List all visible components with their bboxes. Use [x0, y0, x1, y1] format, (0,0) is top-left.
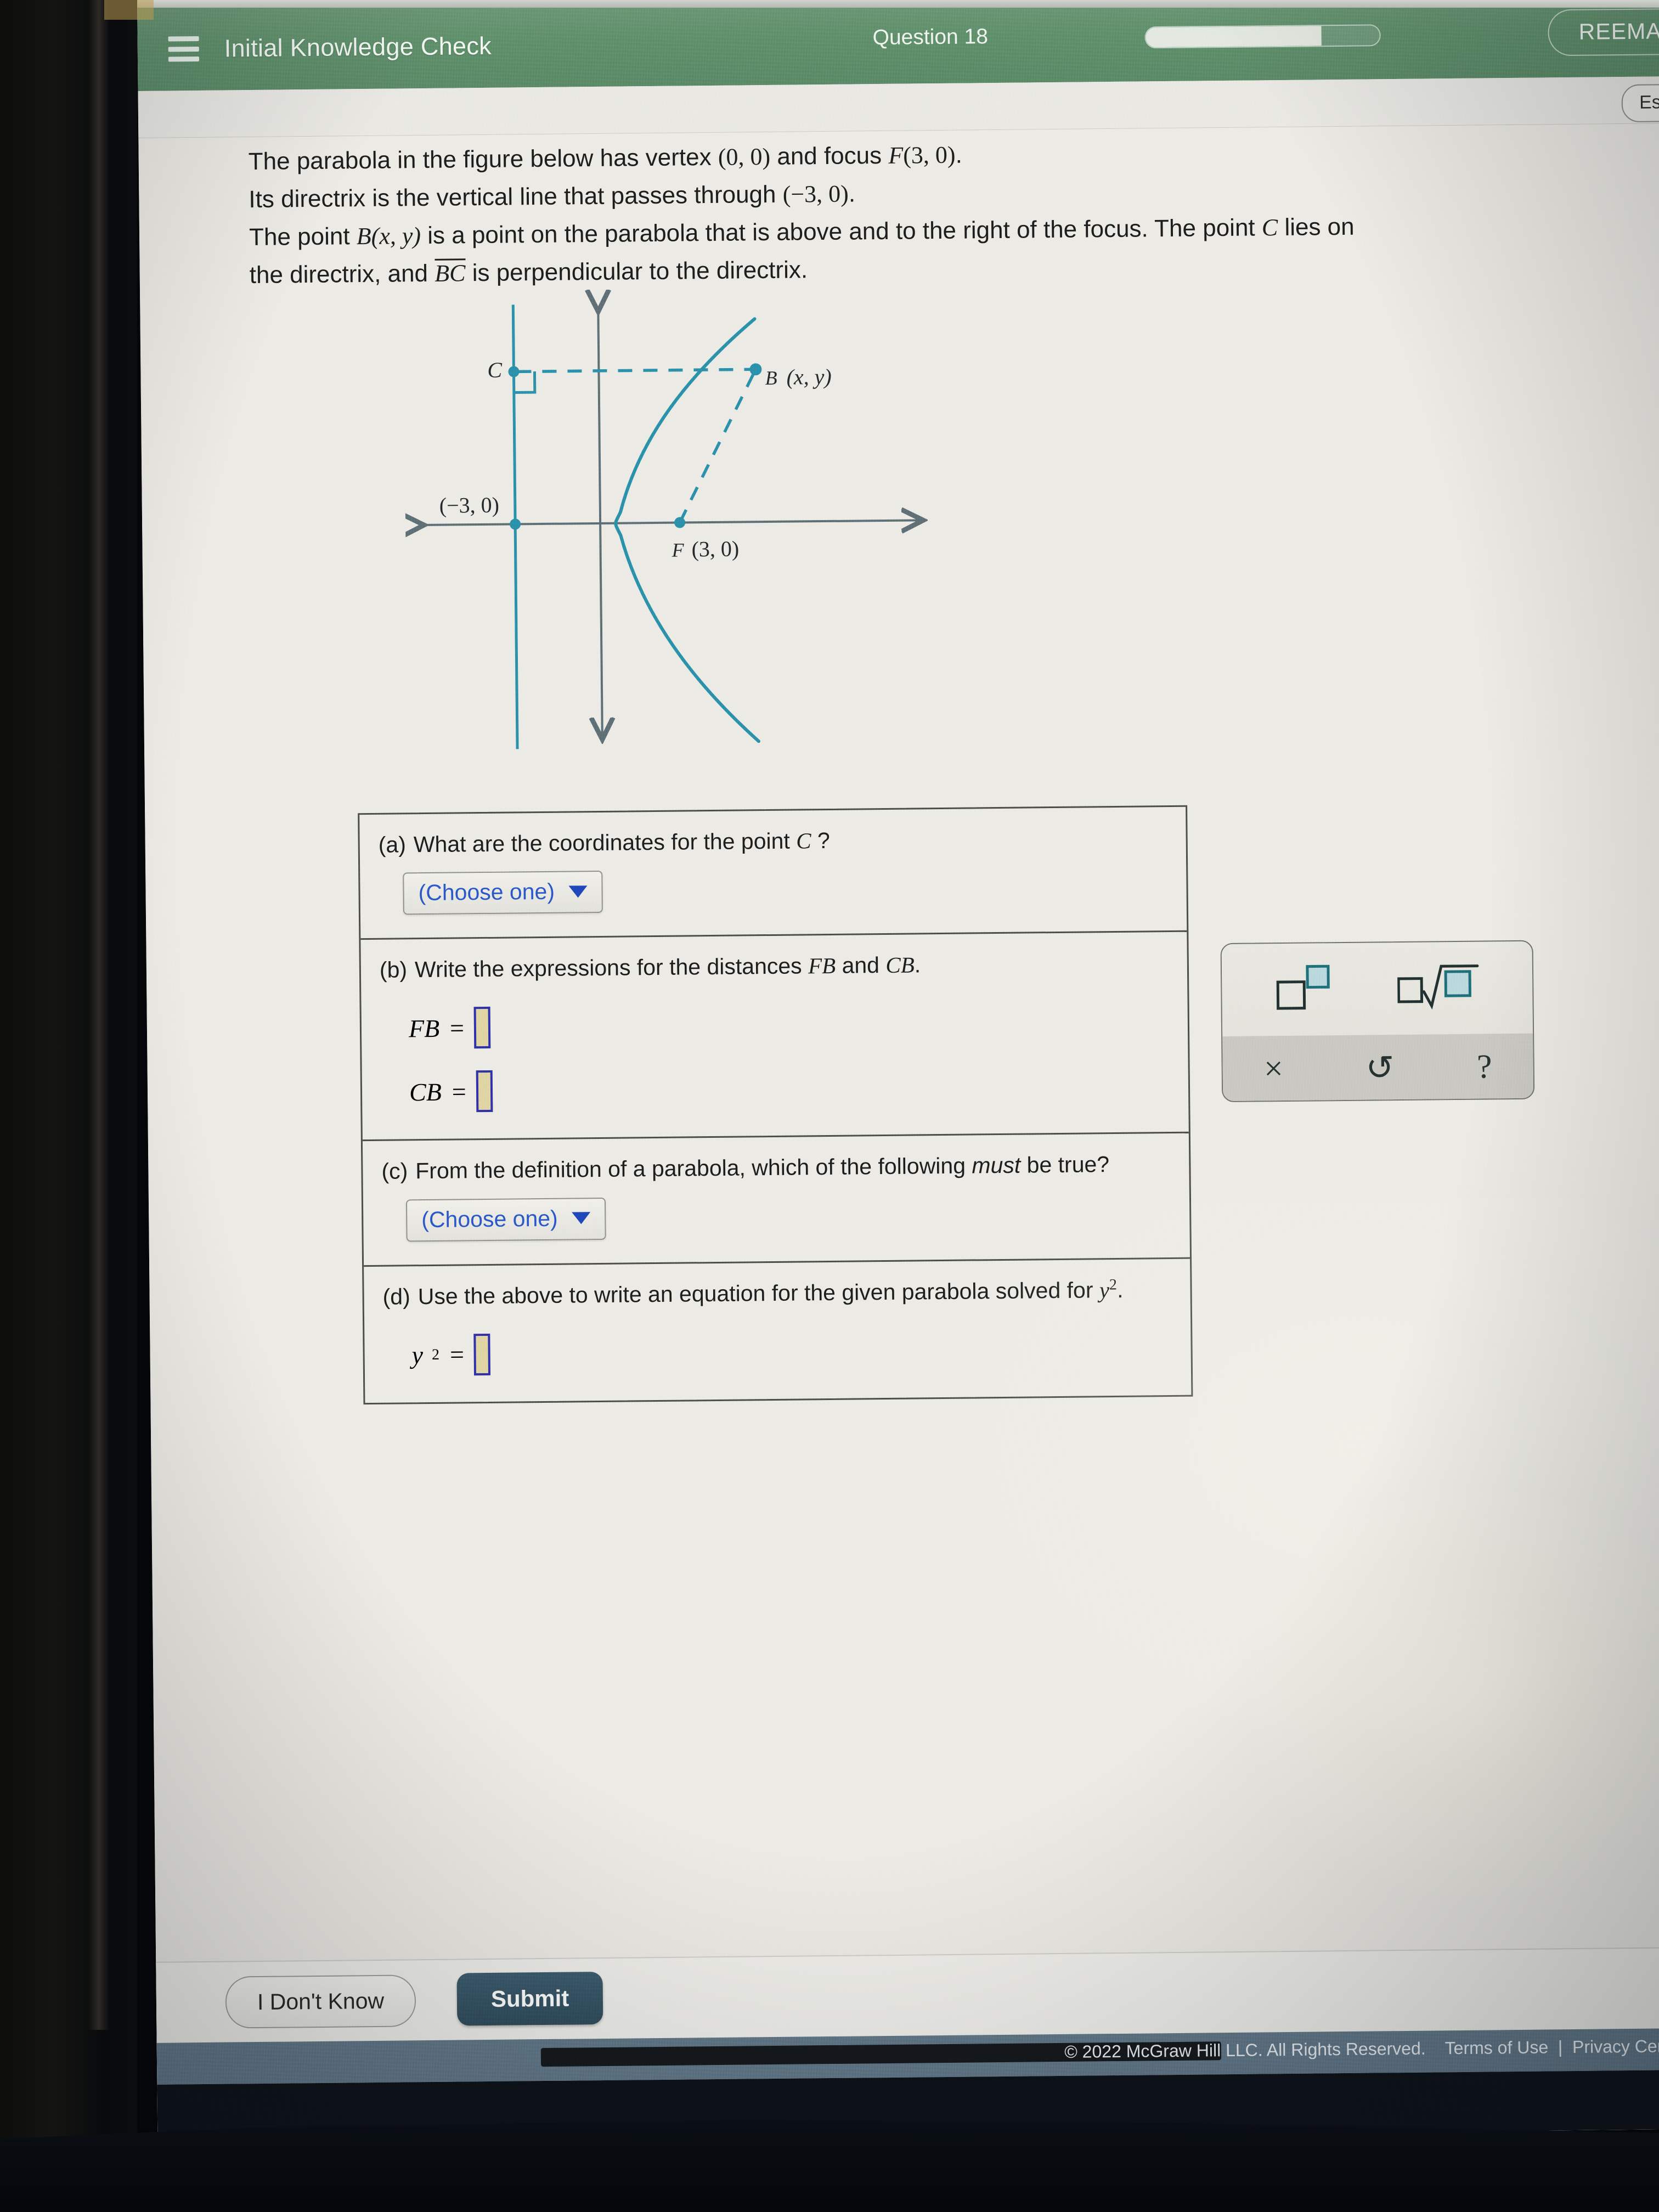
- part-a-dropdown-value: (Choose one): [418, 878, 555, 906]
- part-d-field-label: y: [411, 1341, 424, 1369]
- label-C: C: [487, 358, 503, 382]
- app-header: Initial Knowledge Check Question 18 REEM…: [137, 0, 1659, 91]
- point-directrix-intercept: [510, 518, 521, 530]
- part-c-dropdown[interactable]: (Choose one): [405, 1197, 607, 1242]
- point-B: [749, 363, 762, 376]
- parabola-curve: [614, 317, 760, 743]
- user-name-pill[interactable]: REEMA: [1548, 8, 1659, 57]
- progress-bar: [1144, 24, 1381, 49]
- photographed-screen: Initial Knowledge Check Question 18 REEM…: [0, 0, 1659, 2212]
- label-F: F: [671, 539, 684, 561]
- part-a-question: What are the coordinates for the point C…: [413, 827, 830, 857]
- help-button[interactable]: ?: [1477, 1047, 1492, 1086]
- part-d-field-input[interactable]: [473, 1333, 491, 1376]
- device-bezel-left: [0, 0, 137, 2212]
- part-d-label: (d): [382, 1283, 410, 1310]
- privacy-center-link[interactable]: Privacy Center: [1572, 2036, 1659, 2057]
- dont-know-button[interactable]: I Don't Know: [225, 1974, 416, 2029]
- part-a-dropdown[interactable]: (Choose one): [403, 871, 603, 915]
- segment-CB-dashed: [517, 368, 755, 374]
- answer-panel: (a) What are the coordinates for the poi…: [358, 805, 1193, 1405]
- footer-text: © 2022 McGraw Hill LLC. All Rights Reser…: [1064, 2036, 1659, 2062]
- part-a-label: (a): [378, 832, 407, 857]
- part-b-question: Write the expressions for the distances …: [414, 952, 921, 983]
- clear-button[interactable]: ×: [1264, 1049, 1284, 1088]
- segment-FB-dashed: [678, 372, 755, 523]
- part-b-field-cb-row: CB =: [409, 1064, 1170, 1113]
- answer-row-d: (d) Use the above to write an equation f…: [364, 1259, 1191, 1403]
- label-directrix-point: (−3, 0): [439, 493, 500, 518]
- action-bar: I Don't Know Submit: [156, 1947, 1659, 2044]
- part-d-question: Use the above to write an equation for t…: [417, 1276, 1124, 1309]
- point-C: [508, 366, 520, 377]
- part-b-label: (b): [379, 957, 408, 983]
- part-d-field-row: y2 =: [411, 1327, 1172, 1376]
- part-d-field-exponent: 2: [431, 1346, 440, 1363]
- question-content: The parabola in the figure below has ver…: [138, 123, 1659, 2144]
- question-number: Question 18: [872, 25, 989, 50]
- parabola-figure: C B (x, y) F (3, 0) (−3, 0): [403, 284, 956, 772]
- part-b-field-fb-row: FB =: [409, 1000, 1170, 1049]
- exponent-template-icon[interactable]: [1274, 962, 1336, 1018]
- part-b-field2-input[interactable]: [476, 1070, 493, 1113]
- question-prompt: The parabola in the figure below has ver…: [248, 131, 1577, 295]
- part-b-field2-equals: =: [450, 1077, 468, 1106]
- device-bezel-bottom: [0, 2120, 1659, 2212]
- bezel-corner-reflection: [104, 0, 154, 20]
- part-b-field2-label: CB: [409, 1077, 442, 1107]
- answer-row-b: (b) Write the expressions for the distan…: [360, 932, 1189, 1142]
- part-c-dropdown-value: (Choose one): [421, 1205, 558, 1232]
- hamburger-icon[interactable]: [168, 36, 200, 62]
- label-B: B: [765, 367, 777, 389]
- label-B-coord: (x, y): [786, 364, 832, 390]
- answer-row-a: (a) What are the coordinates for the poi…: [359, 806, 1187, 940]
- part-b-field1-equals: =: [448, 1014, 466, 1042]
- screen-surface: Initial Knowledge Check Question 18 REEM…: [137, 0, 1659, 2144]
- copyright-text: © 2022 McGraw Hill LLC. All Rights Reser…: [1064, 2038, 1426, 2062]
- language-toggle-button[interactable]: Es: [1621, 83, 1659, 123]
- point-F: [674, 517, 686, 528]
- part-b-field1-input[interactable]: [473, 1007, 491, 1049]
- x-axis: [422, 520, 921, 525]
- nth-root-template-icon[interactable]: [1397, 960, 1480, 1016]
- chevron-down-icon: [572, 1212, 591, 1224]
- label-F-coord: (3, 0): [691, 537, 739, 562]
- submit-button[interactable]: Submit: [456, 1972, 603, 2026]
- answer-row-c: (c) From the definition of a parabola, w…: [362, 1133, 1190, 1267]
- undo-button[interactable]: ↺: [1365, 1047, 1395, 1088]
- part-c-label: (c): [381, 1158, 408, 1184]
- segment-overline: BC: [434, 258, 466, 287]
- progress-bar-fill: [1146, 26, 1322, 48]
- footer-separator: |: [1558, 2037, 1563, 2057]
- bezel-highlight: [88, 0, 110, 2030]
- part-c-question: From the definition of a parabola, which…: [415, 1152, 1110, 1184]
- chevron-down-icon: [568, 885, 588, 898]
- part-b-field1-label: FB: [408, 1014, 440, 1043]
- part-d-field-equals: =: [448, 1340, 466, 1369]
- page-title: Initial Knowledge Check: [224, 31, 492, 63]
- math-input-palette: × ↺ ?: [1220, 940, 1535, 1103]
- terms-of-use-link[interactable]: Terms of Use: [1444, 2037, 1548, 2058]
- device-bezel-top: [137, 0, 1659, 8]
